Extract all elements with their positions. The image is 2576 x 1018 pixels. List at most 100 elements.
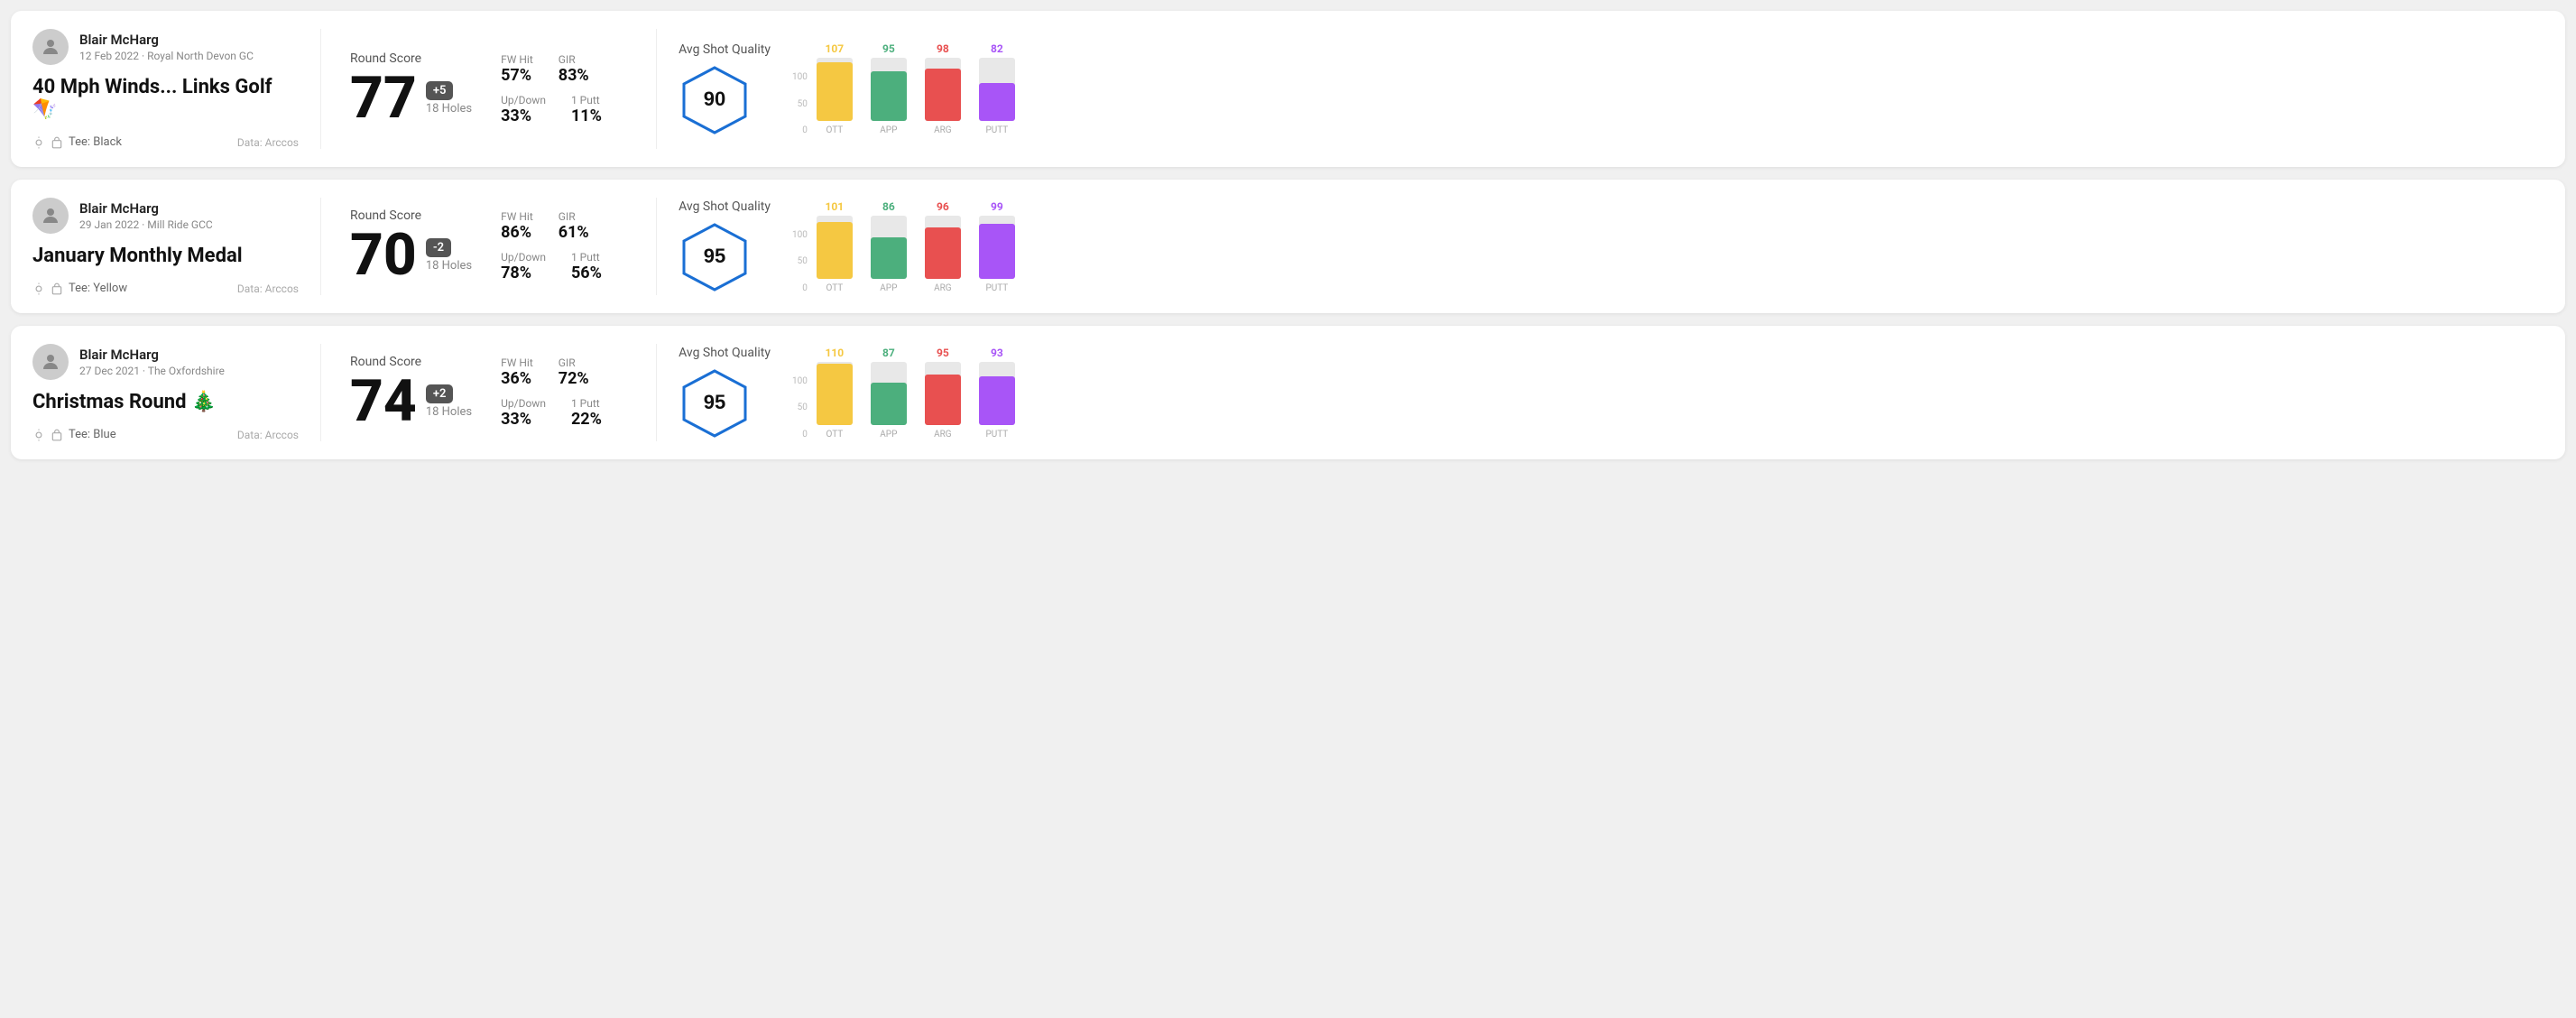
quality-section: Avg Shot Quality 95 [679, 199, 771, 293]
stat-item: 1 Putt56% [571, 251, 602, 282]
player-info: Blair McHarg12 Feb 2022 · Royal North De… [79, 32, 254, 62]
bar-value-label: 86 [882, 200, 895, 213]
stat-item: FW Hit86% [501, 210, 533, 242]
stat-item: GIR61% [559, 210, 589, 242]
bar-group: 95 ARG [921, 347, 965, 440]
stat-value: 83% [559, 66, 589, 85]
weather-icon [32, 136, 45, 149]
score-section: Round Score74+218 Holes [350, 355, 472, 430]
bar-value-label: 95 [937, 347, 949, 359]
stat-name: GIR [559, 356, 589, 369]
bar-value-label: 110 [826, 347, 845, 359]
bar-axis-label: APP [880, 125, 897, 135]
round-left-section: Blair McHarg 27 Dec 2021 · The Oxfordshir… [32, 344, 321, 441]
bar-value-label: 95 [882, 42, 895, 55]
player-name: Blair McHarg [79, 347, 225, 363]
holes-label: 18 Holes [426, 405, 472, 419]
round-middle-section: Round Score74+218 HolesFW Hit36%GIR72%Up… [321, 344, 657, 441]
round-left-section: Blair McHarg29 Jan 2022 · Mill Ride GCCJ… [32, 198, 321, 295]
quality-label: Avg Shot Quality [679, 199, 771, 214]
bag-icon [51, 429, 63, 441]
score-badge-container: +518 Holes [426, 81, 472, 116]
hexagon-svg: 95 [679, 221, 751, 293]
player-info: Blair McHarg29 Jan 2022 · Mill Ride GCC [79, 200, 213, 231]
bar-value-label: 107 [826, 42, 845, 55]
stat-item: Up/Down33% [501, 94, 546, 125]
weather-icon [32, 429, 45, 441]
stat-name: FW Hit [501, 210, 533, 223]
quality-label: Avg Shot Quality [679, 346, 771, 360]
tee-label: Tee: Yellow [69, 282, 127, 295]
stat-name: 1 Putt [571, 94, 602, 106]
holes-label: 18 Holes [426, 259, 472, 273]
stat-item: FW Hit57% [501, 53, 533, 85]
stat-value: 61% [559, 223, 589, 242]
data-source: Data: Arccos [237, 429, 299, 441]
stat-name: Up/Down [501, 397, 546, 410]
bar-axis-label: APP [880, 283, 897, 293]
player-meta: 27 Dec 2021 · The Oxfordshire [79, 365, 225, 377]
stat-item: 1 Putt22% [571, 397, 602, 429]
player-header: Blair McHarg29 Jan 2022 · Mill Ride GCC [32, 198, 299, 234]
bar-axis-label: OTT [826, 283, 843, 293]
stat-name: 1 Putt [571, 397, 602, 410]
score-section: Round Score77+518 Holes [350, 51, 472, 127]
round-right-section: Avg Shot Quality95100500101OTT86APP96ARG… [657, 198, 2544, 295]
stat-row-bottom: Up/Down33% 1 Putt11% [501, 94, 627, 125]
score-number: 77 [350, 69, 417, 127]
hexagon-container: 95 [679, 221, 751, 293]
score-row: 77 +518 Holes [350, 69, 472, 127]
user-icon [40, 36, 61, 58]
stat-value: 86% [501, 223, 533, 242]
stat-value: 56% [571, 264, 602, 282]
score-number: 74 [350, 373, 417, 430]
bar-group: 87 APP [867, 347, 910, 440]
stat-value: 33% [501, 106, 546, 125]
round-card: Blair McHarg12 Feb 2022 · Royal North De… [11, 11, 2565, 167]
quality-label: Avg Shot Quality [679, 42, 771, 57]
bar-axis-label: ARG [934, 430, 952, 440]
bar-value-label: 87 [882, 347, 895, 359]
stat-value: 78% [501, 264, 546, 282]
stat-name: FW Hit [501, 53, 533, 66]
score-badge-container: -2 18 Holes [426, 238, 472, 273]
bar-chart: 100500110OTT87APP95ARG93PUTT [792, 347, 1019, 440]
hexagon-svg: 90 [679, 64, 751, 136]
stat-value: 72% [559, 369, 589, 388]
stat-value: 22% [571, 410, 602, 429]
bag-icon [51, 136, 63, 149]
score-number: 70 [350, 227, 417, 284]
quality-section: Avg Shot Quality 90 [679, 42, 771, 136]
tee-info: Tee: Yellow [32, 282, 127, 295]
player-header: Blair McHarg 27 Dec 2021 · The Oxfordshir… [32, 344, 299, 380]
bar-axis-label: APP [880, 430, 897, 440]
player-meta: 29 Jan 2022 · Mill Ride GCC [79, 218, 213, 231]
svg-text:95: 95 [704, 245, 725, 267]
bar-axis-label: PUTT [985, 125, 1008, 135]
bar-group: 96ARG [921, 200, 965, 293]
stats-section: FW Hit86%GIR61%Up/Down78%1 Putt56% [501, 210, 627, 282]
stat-name: FW Hit [501, 356, 533, 369]
bar-group: 107OTT [813, 42, 856, 135]
score-row: 70 -2 18 Holes [350, 227, 472, 284]
player-name: Blair McHarg [79, 32, 254, 48]
round-middle-section: Round Score77+518 HolesFW Hit57%GIR83%Up… [321, 29, 657, 149]
bar-axis-label: PUTT [985, 430, 1008, 440]
bar-value-label: 93 [991, 347, 1003, 359]
bar-axis-label: ARG [934, 125, 952, 135]
bar-axis-label: OTT [826, 430, 843, 440]
svg-text:95: 95 [704, 391, 725, 413]
stat-value: 11% [571, 106, 602, 125]
score-badge: -2 [426, 238, 451, 257]
score-badge: +5 [426, 81, 454, 100]
player-header: Blair McHarg12 Feb 2022 · Royal North De… [32, 29, 299, 65]
round-title: 40 Mph Winds... Links Golf 🪁 [32, 76, 299, 121]
bar-value-label: 82 [991, 42, 1003, 55]
bar-group: 110 OTT [813, 347, 856, 440]
bar-group: 95 APP [867, 42, 910, 135]
bar-group: 98ARG [921, 42, 965, 135]
user-icon [40, 351, 61, 373]
stat-item: Up/Down33% [501, 397, 546, 429]
bar-chart: 100500107OTT95APP98ARG82PUTT [792, 42, 1019, 135]
stat-item: GIR83% [559, 53, 589, 85]
